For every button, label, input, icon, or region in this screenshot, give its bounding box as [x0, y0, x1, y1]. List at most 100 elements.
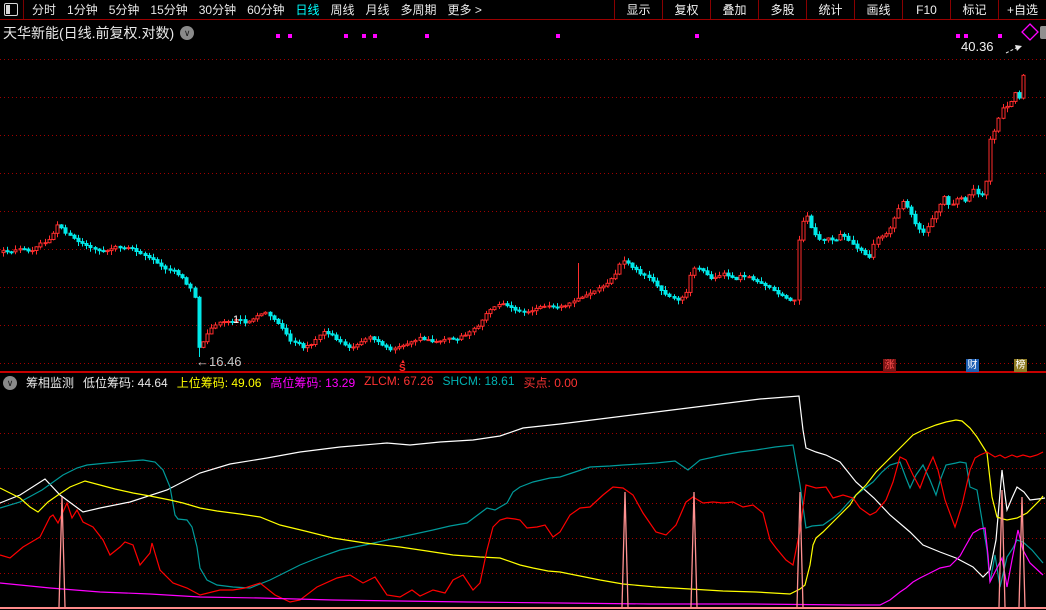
- period-tab-30分钟[interactable]: 30分钟: [199, 1, 236, 18]
- period-tab-多周期[interactable]: 多周期: [401, 1, 437, 18]
- toolbar-button-显示[interactable]: 显示: [614, 0, 662, 19]
- panel-chevron-circle-icon[interactable]: ∨: [3, 376, 17, 390]
- chart-title-row: 天华新能(日线.前复权.对数) ∨: [3, 23, 194, 43]
- buy-point-spikes: [1019, 497, 1025, 607]
- high-chip-line: [0, 420, 1043, 594]
- candle-down: [656, 281, 659, 286]
- candle-up: [223, 322, 226, 323]
- candle-up: [931, 219, 934, 227]
- period-tab-5分钟[interactable]: 5分钟: [109, 1, 140, 18]
- candle-up: [1022, 75, 1025, 98]
- candle-up: [419, 337, 422, 340]
- toolbar-button-自选[interactable]: +自选: [998, 0, 1046, 19]
- candle-down: [910, 207, 913, 214]
- period-tab-月线[interactable]: 月线: [366, 1, 390, 18]
- candle-up: [210, 328, 213, 334]
- toolbar-button-画线[interactable]: 画线: [854, 0, 902, 19]
- candle-up: [802, 221, 805, 240]
- candle-down: [285, 328, 288, 334]
- candle-down: [156, 260, 159, 264]
- candle-down: [273, 316, 276, 320]
- candle-down: [344, 342, 347, 345]
- toolbar-button-叠加[interactable]: 叠加: [710, 0, 758, 19]
- period-tab-15分钟[interactable]: 15分钟: [150, 1, 187, 18]
- candle-down: [119, 246, 122, 247]
- period-tab-周线[interactable]: 周线: [330, 1, 354, 18]
- candle-up: [943, 197, 946, 205]
- candle-down: [148, 256, 151, 258]
- buy-point-spikes: [797, 492, 803, 607]
- candle-down: [60, 225, 63, 228]
- candle-up: [539, 307, 542, 309]
- candle-up: [793, 300, 796, 301]
- toolbar-button-统计[interactable]: 统计: [806, 0, 854, 19]
- candle-down: [785, 296, 788, 299]
- badge-涨[interactable]: 涨: [883, 359, 896, 372]
- toolbar-button-F10[interactable]: F10: [902, 0, 950, 19]
- buy-point-spikes: [999, 490, 1005, 607]
- period-tab-更多[interactable]: 更多 >: [448, 1, 482, 18]
- period-tab-分时[interactable]: 分时: [32, 1, 56, 18]
- candle-up: [252, 319, 255, 321]
- candle-down: [906, 202, 909, 208]
- panel-toggle-icon[interactable]: [4, 3, 18, 16]
- toolbar-button-复权[interactable]: 复权: [662, 0, 710, 19]
- indicator-panel-header: ∨ 筹相监测 低位筹码: 44.64上位筹码: 49.06高位筹码: 13.29…: [3, 374, 578, 391]
- zlcm-line: [0, 452, 1043, 602]
- candle-down: [69, 233, 72, 235]
- candle-up: [356, 345, 359, 347]
- badge-榜[interactable]: 榜: [1014, 359, 1027, 372]
- candle-up: [598, 288, 601, 291]
- candle-down: [743, 276, 746, 277]
- candle-down: [914, 214, 917, 223]
- candle-up: [219, 322, 222, 325]
- candle-up: [693, 268, 696, 275]
- candle-up: [473, 328, 476, 332]
- event-dot: [998, 34, 1002, 38]
- candle-down: [302, 344, 305, 348]
- candle-up: [589, 293, 592, 295]
- candle-up: [19, 249, 22, 250]
- candle-down: [764, 283, 767, 285]
- title-chevron-circle-icon[interactable]: ∨: [180, 26, 194, 40]
- badge-财[interactable]: 财: [966, 359, 979, 372]
- candle-down: [556, 307, 559, 308]
- candle-up: [127, 248, 130, 249]
- candle-down: [631, 263, 634, 267]
- candle-up: [410, 342, 413, 344]
- candle-down: [922, 229, 925, 232]
- period-tab-日线[interactable]: 日线: [295, 1, 319, 18]
- chart-graphics[interactable]: [0, 0, 1046, 610]
- candle-down: [294, 341, 297, 342]
- candle-up: [902, 202, 905, 209]
- toolbar-right-buttons: 显示复权叠加多股统计画线F10标记+自选: [614, 0, 1046, 19]
- candle-up: [960, 198, 963, 199]
- candle-down: [189, 284, 192, 288]
- candle-down: [10, 252, 13, 253]
- candle-up: [502, 304, 505, 305]
- toolbar-button-标记[interactable]: 标记: [950, 0, 998, 19]
- candle-up: [972, 189, 975, 195]
- corner-window-icon[interactable]: [1040, 26, 1046, 39]
- event-dot: [344, 34, 348, 38]
- candle-up: [264, 312, 267, 314]
- indicator-field-0: 低位筹码: 44.64: [83, 374, 168, 391]
- candle-up: [439, 341, 442, 342]
- candle-up: [881, 236, 884, 238]
- candle-up: [564, 306, 567, 307]
- candle-down: [373, 337, 376, 340]
- period-tab-60分钟[interactable]: 60分钟: [247, 1, 284, 18]
- toolbar-button-多股[interactable]: 多股: [758, 0, 806, 19]
- event-dot: [695, 34, 699, 38]
- period-tab-1分钟[interactable]: 1分钟: [67, 1, 98, 18]
- candle-up: [460, 336, 463, 339]
- event-dot: [964, 34, 968, 38]
- indicator-field-3: ZLCM: 67.26: [364, 374, 433, 391]
- diamond-icon[interactable]: [1022, 24, 1038, 40]
- candle-down: [6, 251, 9, 252]
- candle-up: [14, 250, 17, 252]
- candle-down: [164, 266, 167, 269]
- candle-up: [256, 316, 259, 319]
- candle-up: [48, 240, 51, 243]
- candle-down: [152, 258, 155, 260]
